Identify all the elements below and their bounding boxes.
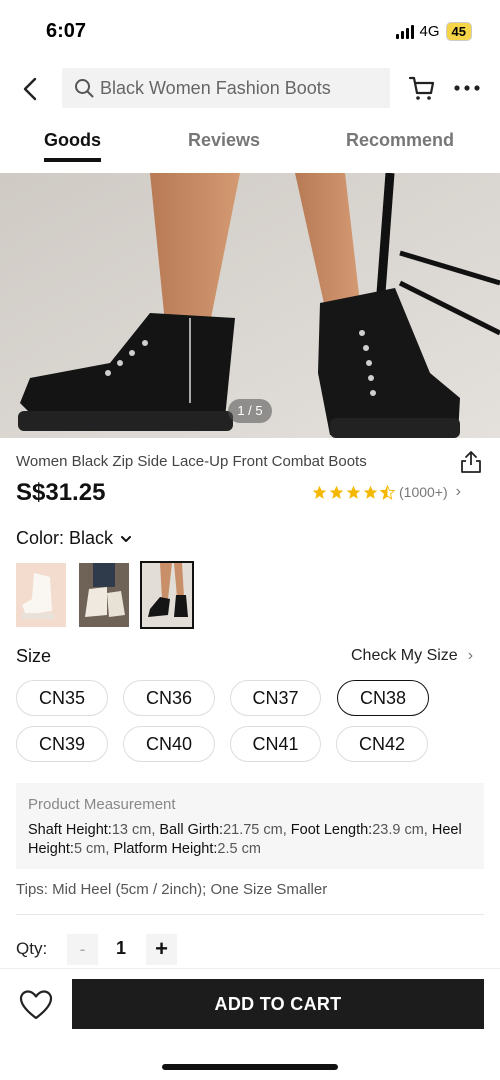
search-icon — [75, 79, 94, 98]
star-icon — [346, 485, 361, 499]
tab-recommend[interactable]: Recommend — [346, 130, 454, 151]
status-indicators: 4G 45 — [395, 22, 472, 41]
status-bar: 6:07 4G 45 — [0, 0, 500, 60]
measurement-value: 21.75 cm — [223, 822, 283, 838]
quantity-label: Qty: — [16, 939, 48, 958]
chevron-right-icon: › — [455, 483, 461, 500]
search-bar[interactable] — [62, 68, 390, 108]
color-selector[interactable]: Color: Black — [16, 528, 133, 549]
home-indicator — [162, 1064, 338, 1070]
tab-reviews[interactable]: Reviews — [188, 130, 260, 151]
star-icon — [363, 485, 378, 499]
status-time: 6:07 — [46, 20, 87, 42]
swatch-black[interactable] — [140, 561, 194, 629]
tab-goods[interactable]: Goods — [44, 130, 101, 151]
tab-bar: Goods Reviews Recommend — [0, 130, 500, 166]
size-option-cn41[interactable]: CN41 — [230, 726, 321, 762]
rating-summary[interactable]: (1000+) › — [312, 483, 461, 501]
color-swatches — [16, 561, 194, 629]
chevron-right-icon: › — [467, 647, 474, 664]
size-option-cn38[interactable]: CN38 — [337, 680, 429, 716]
star-icon — [329, 485, 344, 499]
swatch-white[interactable] — [16, 563, 66, 627]
size-option-cn35[interactable]: CN35 — [16, 680, 108, 716]
review-count: (1000+) — [399, 484, 448, 500]
measurement-key: Foot Length: — [290, 822, 373, 838]
active-tab-indicator — [44, 158, 101, 162]
chevron-down-icon — [121, 535, 132, 542]
size-option-cn37[interactable]: CN37 — [230, 680, 321, 716]
image-pager: 1 / 5 — [228, 399, 272, 423]
measurement-key: Shaft Height: — [28, 822, 112, 838]
check-my-size-link[interactable]: Check My Size › — [351, 647, 473, 665]
quantity-decrease-button[interactable]: - — [67, 934, 98, 965]
back-arrow-icon[interactable] — [16, 74, 46, 104]
heart-icon[interactable] — [19, 989, 53, 1021]
product-image-gallery[interactable]: 1 / 5 — [0, 173, 500, 438]
signal-icon — [395, 24, 414, 39]
battery-icon: 45 — [445, 22, 472, 41]
top-bar — [0, 66, 500, 110]
search-input[interactable] — [100, 77, 380, 99]
size-label: Size — [16, 646, 52, 666]
measurement-details: Shaft Height:13 cm, Ball Girth:21.75 cm,… — [28, 822, 462, 857]
network-label: 4G — [419, 23, 440, 40]
measurement-heading: Product Measurement — [28, 796, 176, 813]
divider — [16, 914, 484, 915]
measurement-value: 23.9 cm — [372, 822, 424, 838]
share-icon[interactable] — [460, 450, 482, 474]
quantity-increase-button[interactable]: + — [146, 934, 177, 965]
half-star-icon — [380, 484, 395, 500]
more-options-icon[interactable] — [452, 74, 482, 102]
measurement-value: 13 cm — [111, 822, 152, 838]
measurement-value: 5 cm — [73, 841, 106, 857]
star-icon — [312, 485, 327, 499]
size-tips: Tips: Mid Heel (5cm / 2inch); One Size S… — [16, 881, 328, 898]
swatch-beige[interactable] — [79, 563, 129, 627]
measurement-key: Ball Girth: — [159, 822, 224, 838]
check-my-size-label: Check My Size — [351, 647, 458, 664]
product-measurement-panel: Product Measurement Shaft Height:13 cm, … — [16, 783, 484, 869]
measurement-key: Platform Height: — [113, 841, 218, 857]
size-option-cn42[interactable]: CN42 — [336, 726, 428, 762]
color-label: Color: Black — [16, 528, 114, 548]
measurement-value: 2.5 cm — [217, 841, 261, 857]
bottom-action-bar: ADD TO CART — [0, 968, 500, 1038]
quantity-value: 1 — [116, 938, 127, 958]
add-to-cart-button[interactable]: ADD TO CART — [72, 979, 484, 1029]
cart-icon[interactable] — [408, 74, 436, 102]
product-title: Women Black Zip Side Lace-Up Front Comba… — [16, 453, 367, 470]
size-option-cn40[interactable]: CN40 — [123, 726, 215, 762]
size-option-cn39[interactable]: CN39 — [16, 726, 108, 762]
size-option-cn36[interactable]: CN36 — [123, 680, 215, 716]
product-price: S$31.25 — [16, 479, 106, 506]
